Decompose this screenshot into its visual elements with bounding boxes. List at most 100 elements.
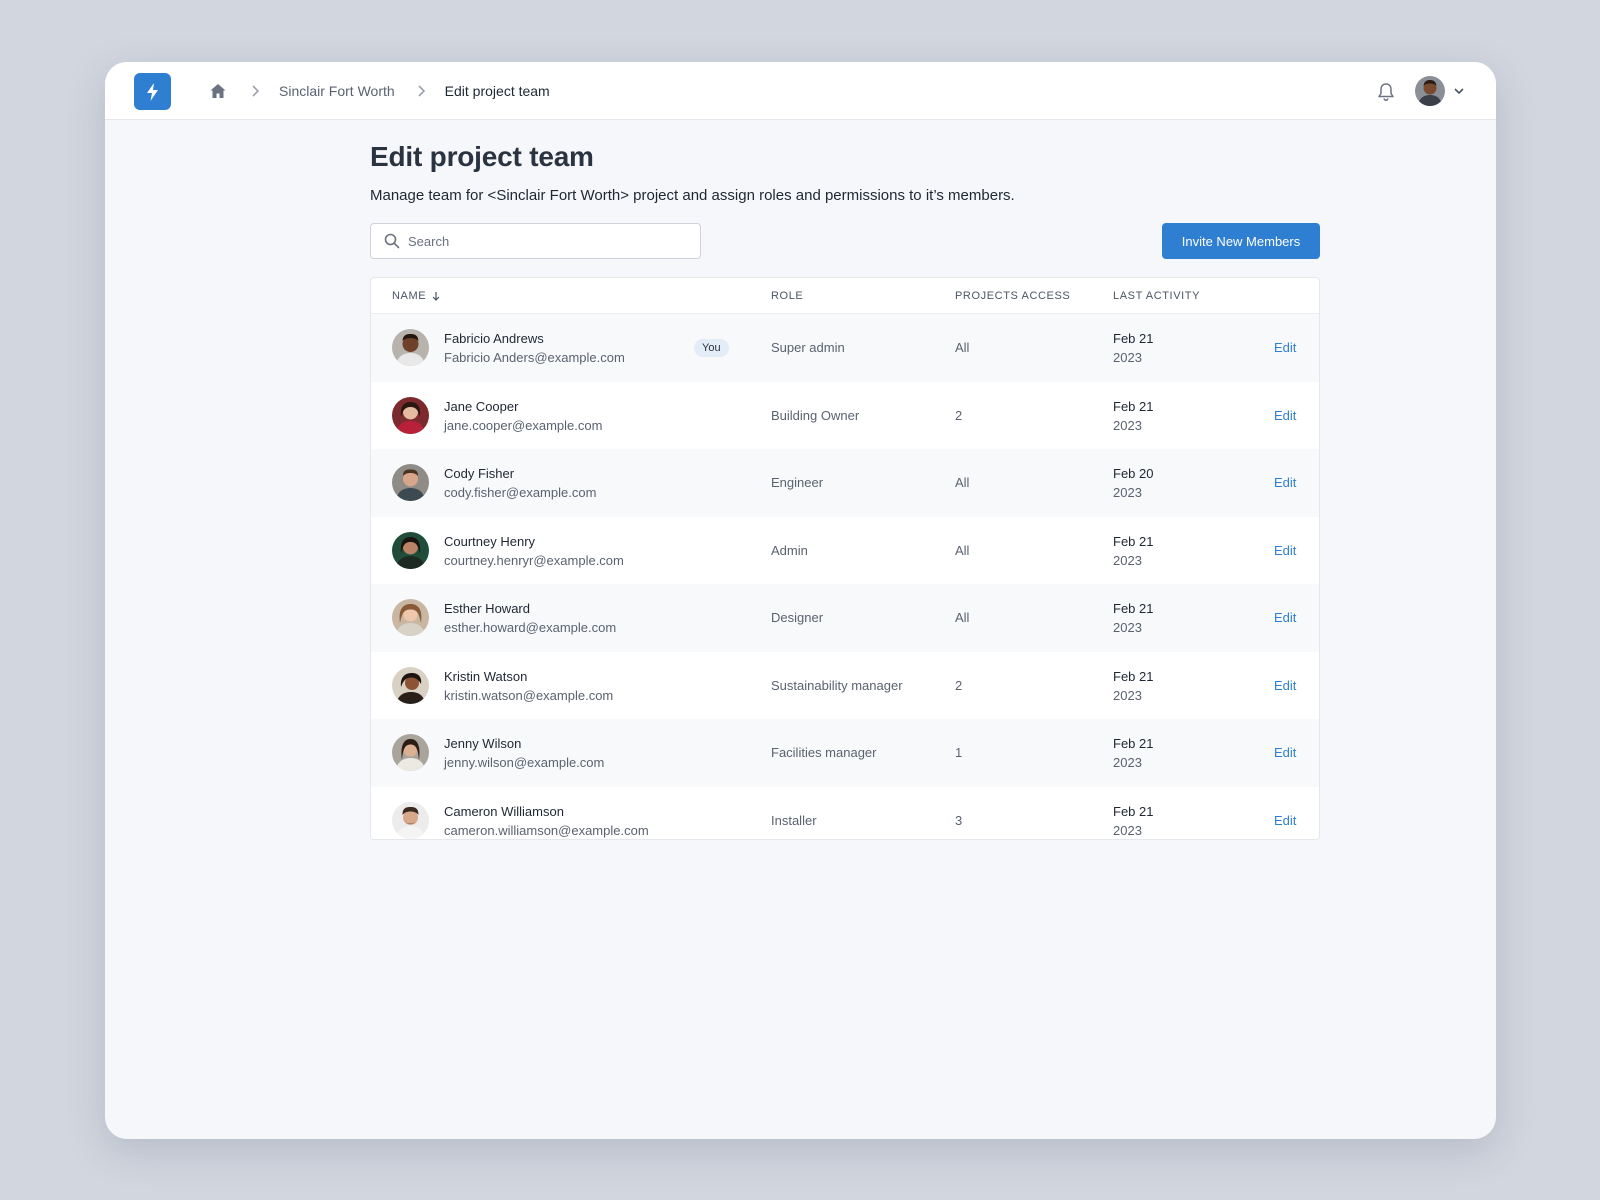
- app-window: Sinclair Fort Worth Edit project team Ed…: [105, 62, 1496, 1139]
- invite-new-members-button[interactable]: Invite New Members: [1162, 223, 1320, 259]
- member-role: Engineer: [771, 475, 824, 490]
- edit-member-link[interactable]: Edit: [1274, 610, 1296, 625]
- bell-icon[interactable]: [1375, 81, 1397, 103]
- avatar: [392, 734, 429, 771]
- toolbar: Invite New Members: [370, 223, 1320, 259]
- column-header-role: ROLE: [771, 290, 804, 302]
- member-email: jane.cooper@example.com: [444, 417, 603, 433]
- avatar: [392, 531, 429, 569]
- last-activity-date: Feb 21: [1113, 331, 1154, 346]
- column-header-projects-access: PROJECTS ACCESS: [955, 290, 1071, 302]
- member-email: esther.howard@example.com: [444, 620, 617, 635]
- member-name: Esther Howard: [444, 601, 530, 616]
- page-subtitle: Manage team for <Sinclair Fort Worth> pr…: [370, 187, 1015, 204]
- edit-member-link[interactable]: Edit: [1274, 745, 1296, 760]
- member-email: Fabricio Anders@example.com: [444, 350, 625, 365]
- member-projects-access: All: [955, 542, 970, 558]
- member-email: kristin.watson@example.com: [444, 687, 614, 703]
- main-content: Edit project team Manage team for <Sincl…: [370, 141, 1320, 840]
- member-projects-access: All: [955, 610, 970, 625]
- table-row: Esther Howard esther.howard@example.com …: [371, 584, 1319, 652]
- edit-member-link[interactable]: Edit: [1274, 340, 1296, 355]
- last-activity-year: 2023: [1113, 822, 1142, 838]
- search-box[interactable]: [370, 223, 701, 259]
- search-input[interactable]: [408, 233, 688, 249]
- avatar: [392, 666, 429, 704]
- table-row: Kristin Watson kristin.watson@example.co…: [371, 651, 1319, 719]
- last-activity-year: 2023: [1113, 485, 1142, 500]
- chevron-right-icon: [247, 83, 263, 99]
- table-body: Fabricio Andrews Fabricio Anders@example…: [371, 314, 1319, 839]
- lightning-logo-icon: [146, 82, 158, 101]
- last-activity-date: Feb 21: [1113, 803, 1154, 819]
- table-row: Jenny Wilson jenny.wilson@example.com Fa…: [371, 719, 1319, 787]
- member-name: Courtney Henry: [444, 533, 536, 549]
- member-email: jenny.wilson@example.com: [444, 755, 605, 770]
- member-email: cameron.williamson@example.com: [444, 822, 649, 838]
- breadcrumb-current: Edit project team: [444, 83, 550, 99]
- last-activity-year: 2023: [1113, 620, 1142, 635]
- breadcrumb: Sinclair Fort Worth Edit project team: [209, 62, 550, 120]
- table-row: Jane Cooper jane.cooper@example.com Buil…: [371, 381, 1319, 449]
- table-row: Cody Fisher cody.fisher@example.com Engi…: [371, 449, 1319, 517]
- member-role: Building Owner: [771, 407, 860, 423]
- last-activity-date: Feb 21: [1113, 398, 1154, 414]
- member-email: courtney.henryr@example.com: [444, 552, 624, 568]
- member-email: cody.fisher@example.com: [444, 485, 597, 500]
- column-header-last-activity: LAST ACTIVITY: [1113, 290, 1201, 302]
- member-role: Sustainability manager: [771, 677, 903, 693]
- avatar: [392, 464, 429, 501]
- edit-member-link[interactable]: Edit: [1274, 813, 1296, 828]
- home-icon[interactable]: [209, 82, 227, 100]
- avatar: [392, 599, 429, 636]
- user-avatar[interactable]: [1415, 76, 1445, 106]
- edit-member-link[interactable]: Edit: [1274, 475, 1296, 490]
- member-projects-access: 1: [955, 745, 963, 760]
- breadcrumb-project-link[interactable]: Sinclair Fort Worth: [279, 83, 395, 99]
- member-name: Cameron Williamson: [444, 803, 564, 819]
- last-activity-date: Feb 21: [1113, 601, 1154, 616]
- avatar: [392, 329, 429, 366]
- column-header-name-label: NAME: [392, 290, 427, 302]
- member-role: Facilities manager: [771, 745, 877, 760]
- member-projects-access: All: [955, 475, 970, 490]
- last-activity-date: Feb 21: [1113, 736, 1154, 751]
- member-role: Admin: [771, 542, 808, 558]
- last-activity-year: 2023: [1113, 687, 1142, 703]
- last-activity-date: Feb 20: [1113, 466, 1154, 481]
- member-name: Fabricio Andrews: [444, 331, 544, 346]
- table-row: Cameron Williamson cameron.williamson@ex…: [371, 786, 1319, 839]
- team-table: NAME ROLE PROJECTS ACCESS LAST ACTIVITY …: [370, 277, 1320, 840]
- last-activity-year: 2023: [1113, 552, 1142, 568]
- app-logo[interactable]: [134, 73, 171, 110]
- member-name: Jane Cooper: [444, 398, 519, 414]
- last-activity-date: Feb 21: [1113, 533, 1154, 549]
- column-header-name[interactable]: NAME: [392, 290, 441, 302]
- table-row: Fabricio Andrews Fabricio Anders@example…: [371, 314, 1319, 382]
- chevron-right-icon: [413, 83, 429, 99]
- chevron-down-icon[interactable]: [1452, 84, 1466, 98]
- arrow-down-icon: [431, 291, 441, 301]
- edit-member-link[interactable]: Edit: [1274, 678, 1296, 693]
- member-projects-access: 2: [955, 677, 963, 693]
- last-activity-date: Feb 21: [1113, 668, 1154, 684]
- member-name: Kristin Watson: [444, 668, 528, 684]
- edit-member-link[interactable]: Edit: [1274, 408, 1296, 423]
- avatar: [392, 396, 429, 434]
- last-activity-year: 2023: [1113, 350, 1142, 365]
- member-name: Jenny Wilson: [444, 736, 522, 751]
- last-activity-year: 2023: [1113, 417, 1142, 433]
- you-badge: You: [694, 339, 729, 357]
- member-role: Super admin: [771, 340, 845, 355]
- member-role: Installer: [771, 812, 817, 828]
- edit-member-link[interactable]: Edit: [1274, 543, 1296, 558]
- search-icon: [384, 233, 400, 249]
- table-row: Courtney Henry courtney.henryr@example.c…: [371, 516, 1319, 584]
- member-projects-access: All: [955, 340, 970, 355]
- page-title: Edit project team: [370, 141, 594, 172]
- member-name: Cody Fisher: [444, 466, 515, 481]
- avatar: [392, 801, 429, 839]
- member-projects-access: 3: [955, 812, 963, 828]
- table-header: NAME ROLE PROJECTS ACCESS LAST ACTIVITY: [371, 278, 1319, 314]
- member-role: Designer: [771, 610, 824, 625]
